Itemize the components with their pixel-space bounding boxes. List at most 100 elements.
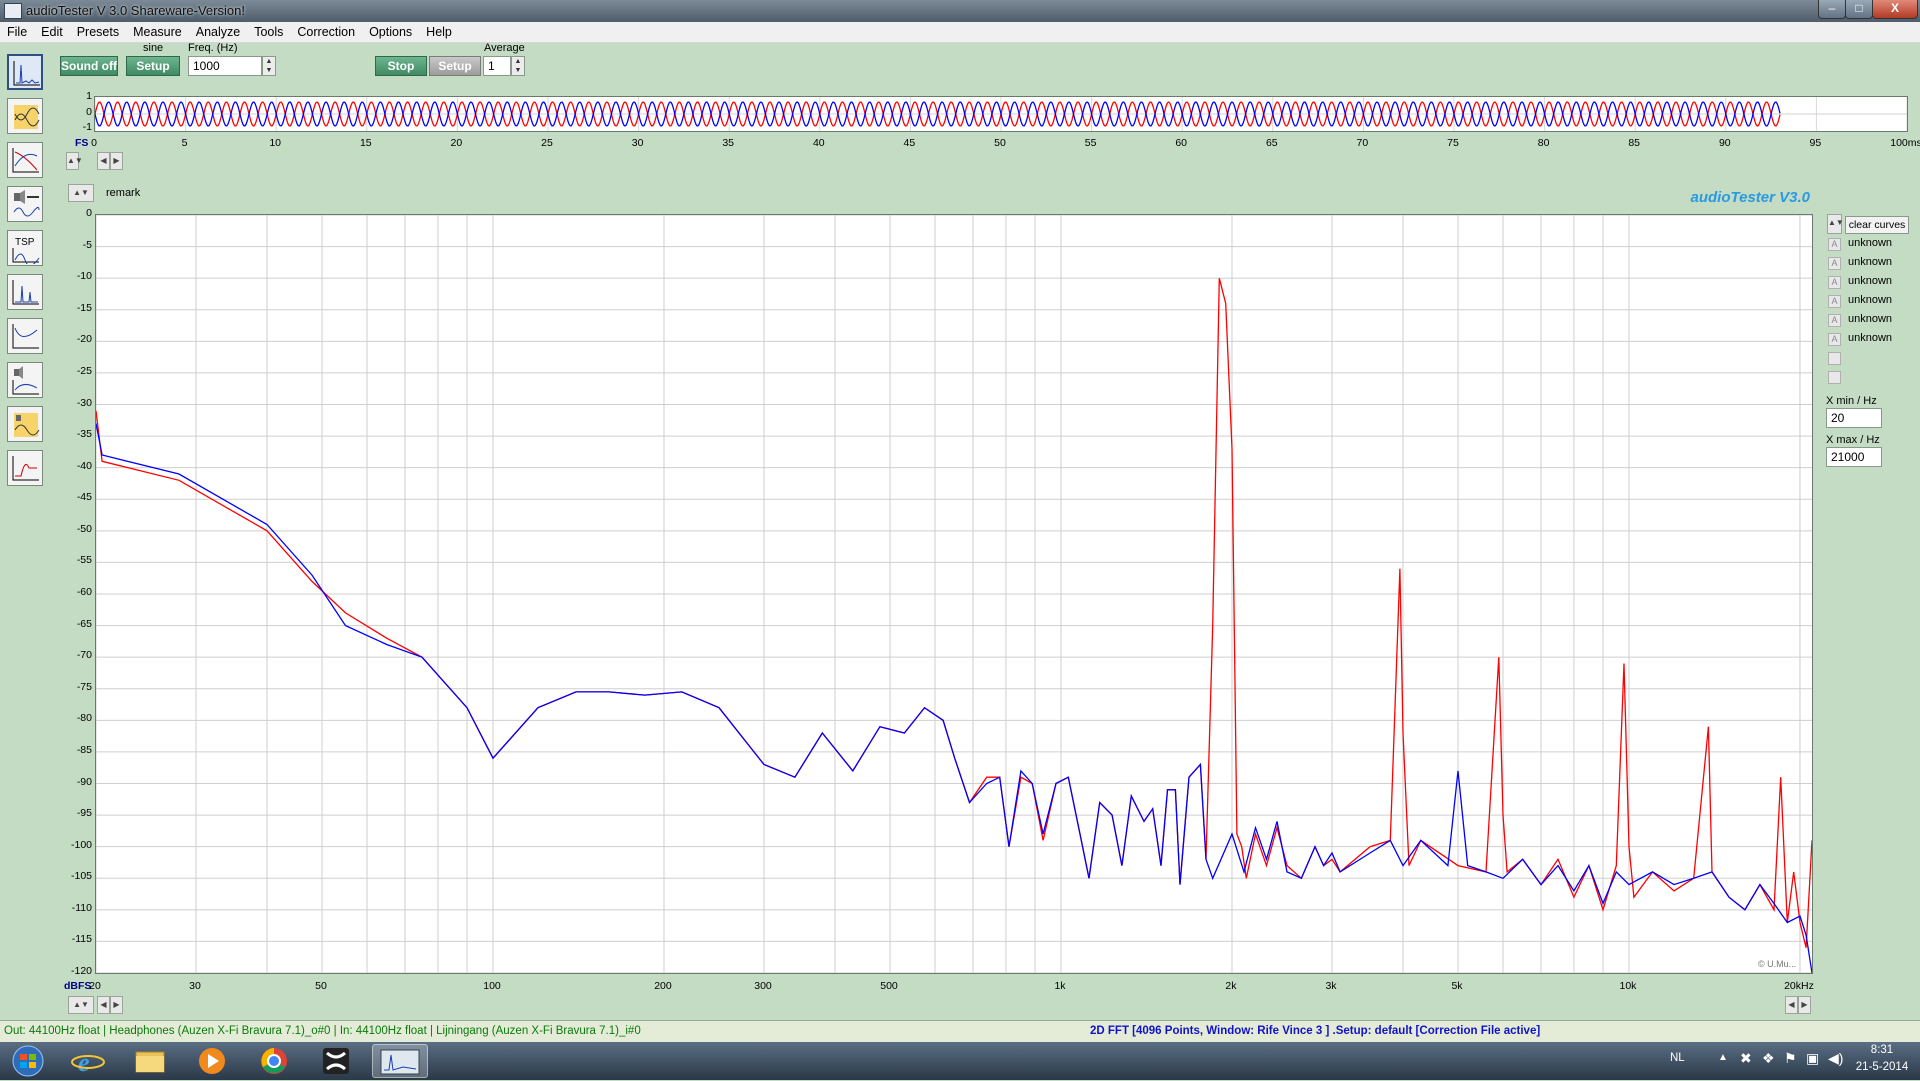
- time-x-tick: 45: [903, 137, 916, 149]
- fft-mode-button[interactable]: [7, 54, 43, 90]
- taskbar-ie[interactable]: e: [64, 1044, 112, 1078]
- clock-date[interactable]: 21-5-2014: [1850, 1061, 1914, 1073]
- taskbar-explorer[interactable]: [126, 1044, 174, 1078]
- tool-button-4[interactable]: [7, 186, 43, 222]
- dropbox-icon[interactable]: ❖: [1762, 1050, 1775, 1067]
- time-x-tick: 50: [994, 137, 1006, 149]
- fft-plot[interactable]: © U.Mu...: [95, 214, 1813, 974]
- fft-y-tick: 0: [86, 207, 92, 219]
- xmin-input[interactable]: 20: [1826, 408, 1882, 428]
- fft-scroll-right[interactable]: ▶: [110, 996, 123, 1014]
- tool-button-10[interactable]: [7, 450, 43, 486]
- monitor-icon[interactable]: ▣: [1806, 1050, 1819, 1067]
- menu-correction[interactable]: Correction: [290, 22, 362, 41]
- waveform-label: sine: [143, 42, 164, 54]
- tool-button-2[interactable]: [7, 98, 43, 134]
- time-domain-plot[interactable]: [94, 96, 1908, 132]
- sound-off-button[interactable]: Sound off: [60, 56, 118, 76]
- status-bar: Out: 44100Hz float | Headphones (Auzen X…: [0, 1020, 1920, 1043]
- fft-y-tick: -55: [76, 554, 92, 567]
- generator-setup-button[interactable]: Setup: [126, 56, 180, 76]
- legend-checkbox[interactable]: A: [1828, 257, 1841, 270]
- fft-y-tick: -105: [70, 870, 92, 883]
- legend-checkbox[interactable]: A: [1828, 314, 1841, 327]
- frequency-spinner[interactable]: ▲ ▼: [262, 56, 276, 76]
- menu-file[interactable]: File: [0, 22, 34, 41]
- legend-checkbox[interactable]: [1828, 371, 1841, 384]
- menu-edit[interactable]: Edit: [34, 22, 70, 41]
- menu-measure[interactable]: Measure: [126, 22, 189, 41]
- status-analysis: 2D FFT [4096 Points, Window: Rife Vince …: [1090, 1025, 1541, 1037]
- legend-checkbox[interactable]: A: [1828, 276, 1841, 289]
- minimize-button[interactable]: –: [1818, 0, 1846, 19]
- fft-y-tick: -85: [76, 743, 92, 756]
- fft-scroll-left[interactable]: ◀: [97, 996, 110, 1014]
- time-x-tick: 100ms: [1890, 137, 1920, 149]
- time-scroll-left[interactable]: ◀: [97, 152, 110, 170]
- legend-checkbox[interactable]: A: [1828, 238, 1841, 251]
- time-scroll-right[interactable]: ▶: [110, 152, 123, 170]
- tool-button-9[interactable]: [7, 406, 43, 442]
- time-y-tick: -1: [82, 121, 92, 133]
- time-zoom-spinner[interactable]: ▲▼: [66, 152, 83, 170]
- legend-checkbox[interactable]: [1828, 352, 1841, 365]
- fft-y-tick: -95: [76, 807, 92, 820]
- menu-options[interactable]: Options: [362, 22, 419, 41]
- restore-button[interactable]: □: [1845, 0, 1873, 19]
- time-x-tick: 15: [359, 137, 372, 149]
- fft-x-tick: 20kHz: [1784, 980, 1814, 992]
- clear-curves-button[interactable]: clear curves: [1845, 216, 1909, 234]
- legend-checkbox[interactable]: A: [1828, 295, 1841, 308]
- remark-spinner[interactable]: ▲▼: [68, 184, 94, 202]
- legend-checkbox[interactable]: A: [1828, 333, 1841, 346]
- tray-expand-icon[interactable]: ▲: [1718, 1052, 1728, 1063]
- taskbar-media-player[interactable]: [188, 1044, 236, 1078]
- fft-y-tick: -65: [76, 617, 92, 630]
- spectrum-icon: [13, 61, 40, 86]
- brand-label: audioTester V3.0: [1690, 189, 1811, 206]
- menu-tools[interactable]: Tools: [247, 22, 290, 41]
- fft-scroll-right-2[interactable]: ▶: [1798, 996, 1811, 1014]
- close-button[interactable]: X: [1872, 0, 1918, 19]
- fft-y-tick: -10: [76, 270, 92, 283]
- taskbar-audiotester[interactable]: [372, 1044, 428, 1078]
- menu-presets[interactable]: Presets: [70, 22, 126, 41]
- fft-x-tick: 10k: [1619, 980, 1637, 992]
- tool-button-7[interactable]: [7, 318, 43, 354]
- average-spinner[interactable]: ▲ ▼: [511, 56, 525, 76]
- volume-icon[interactable]: ◀): [1828, 1050, 1843, 1067]
- taskbar-app-x[interactable]: [312, 1044, 360, 1078]
- fft-x-tick: 50: [315, 980, 327, 992]
- legend-label: unknown: [1848, 313, 1893, 325]
- analyzer-setup-button[interactable]: Setup: [429, 56, 481, 76]
- menu-help[interactable]: Help: [419, 22, 459, 41]
- language-indicator[interactable]: NL: [1670, 1052, 1685, 1064]
- speaker-waves-icon: [14, 413, 40, 437]
- tool-button-6[interactable]: [7, 274, 43, 310]
- frequency-input[interactable]: 1000: [188, 56, 262, 76]
- fft-x-tick: 5k: [1451, 980, 1463, 992]
- fft-scroll-left-2[interactable]: ◀: [1785, 996, 1798, 1014]
- xmax-input[interactable]: 21000: [1826, 447, 1882, 467]
- average-input[interactable]: 1: [483, 56, 511, 76]
- time-y-tick: 1: [86, 90, 92, 102]
- time-x-tick: 95: [1809, 137, 1822, 149]
- legend-label: unknown: [1848, 256, 1893, 268]
- fft-y-tick: -40: [76, 459, 92, 472]
- legend-spinner[interactable]: ▲▼: [1827, 214, 1844, 234]
- menu-analyze[interactable]: Analyze: [189, 22, 247, 41]
- tool-button-8[interactable]: [7, 362, 43, 398]
- clock-time[interactable]: 8:31: [1858, 1044, 1906, 1056]
- stop-button[interactable]: Stop: [375, 56, 427, 76]
- tsp-button[interactable]: TSP: [7, 230, 43, 266]
- tool-button-3[interactable]: [7, 142, 43, 178]
- fft-y-tick: -50: [76, 522, 92, 535]
- fft-y-tick: -20: [76, 333, 92, 346]
- fft-zoom-spinner[interactable]: ▲▼: [68, 996, 94, 1014]
- fft-x-tick: 300: [754, 980, 772, 992]
- taskbar-chrome[interactable]: [250, 1044, 298, 1078]
- time-x-tick: 25: [541, 137, 553, 149]
- flag-icon[interactable]: ⚑: [1784, 1050, 1797, 1067]
- start-button[interactable]: [2, 1044, 54, 1078]
- network-icon[interactable]: ✖: [1740, 1050, 1752, 1067]
